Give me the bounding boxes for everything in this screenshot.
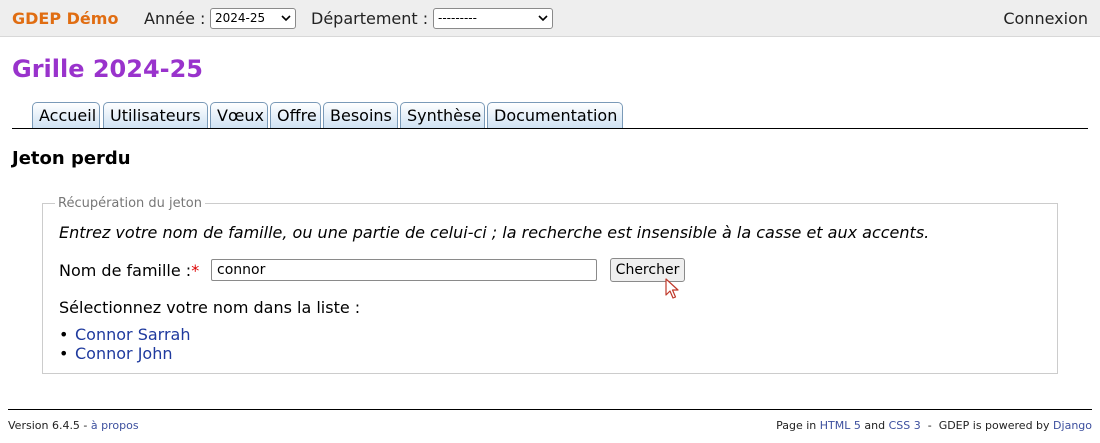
last-name-input[interactable] <box>211 259 597 281</box>
version-text: Version 6.4.5 - <box>8 419 91 432</box>
instructions-text: Entrez votre nom de famille, ou une part… <box>59 223 930 242</box>
department-select-value: --------- <box>438 11 477 25</box>
tab-accueil[interactable]: Accueil <box>32 102 100 128</box>
html5-link[interactable]: HTML 5 <box>820 419 861 432</box>
last-name-label: Nom de famille :* <box>59 261 199 280</box>
chevron-down-icon <box>281 15 291 22</box>
page-in-text: Page in <box>776 419 820 432</box>
footer-version: Version 6.4.5 - à propos <box>8 419 139 432</box>
top-bar: GDEP Démo Année : 2024-25 Département : … <box>0 0 1100 37</box>
result-link[interactable]: Connor Sarrah <box>75 325 190 344</box>
tab-voeux[interactable]: Vœux <box>210 102 268 128</box>
results-list: Connor Sarrah Connor John <box>59 325 190 363</box>
tab-besoins[interactable]: Besoins <box>323 102 398 128</box>
select-name-prompt: Sélectionnez votre nom dans la liste : <box>59 298 361 317</box>
list-item: Connor Sarrah <box>59 325 190 344</box>
chevron-down-icon <box>538 15 548 22</box>
tab-synthese[interactable]: Synthèse <box>400 102 485 128</box>
list-item: Connor John <box>59 344 190 363</box>
footer: Version 6.4.5 - à propos Page in HTML 5 … <box>8 409 1092 443</box>
year-select[interactable]: 2024-25 <box>210 8 296 29</box>
django-link[interactable]: Django <box>1053 419 1092 432</box>
tab-utilisateurs[interactable]: Utilisateurs <box>103 102 208 128</box>
department-select[interactable]: --------- <box>433 8 553 29</box>
css3-link[interactable]: CSS 3 <box>889 419 921 432</box>
about-link[interactable]: à propos <box>91 419 139 432</box>
year-label: Année : <box>144 9 206 28</box>
result-link[interactable]: Connor John <box>75 344 172 363</box>
nav-tabs: Accueil Utilisateurs Vœux Offre Besoins … <box>12 102 1088 129</box>
brand-link[interactable]: GDEP Démo <box>12 9 118 28</box>
login-link[interactable]: Connexion <box>1003 9 1088 28</box>
required-marker: * <box>191 261 200 280</box>
tab-offre[interactable]: Offre <box>270 102 321 128</box>
mouse-cursor-icon <box>665 278 679 299</box>
year-select-value: 2024-25 <box>215 11 266 25</box>
last-name-label-text: Nom de famille : <box>59 261 192 280</box>
page-title: Grille 2024-25 <box>12 55 204 83</box>
tab-documentation[interactable]: Documentation <box>487 102 623 128</box>
section-title: Jeton perdu <box>12 148 131 169</box>
fieldset-legend: Récupération du jeton <box>58 196 202 211</box>
and-text: and <box>860 419 889 432</box>
powered-text: - GDEP is powered by <box>920 419 1054 432</box>
department-label: Département : <box>311 9 429 28</box>
footer-credits: Page in HTML 5 and CSS 3 - GDEP is power… <box>776 419 1092 432</box>
